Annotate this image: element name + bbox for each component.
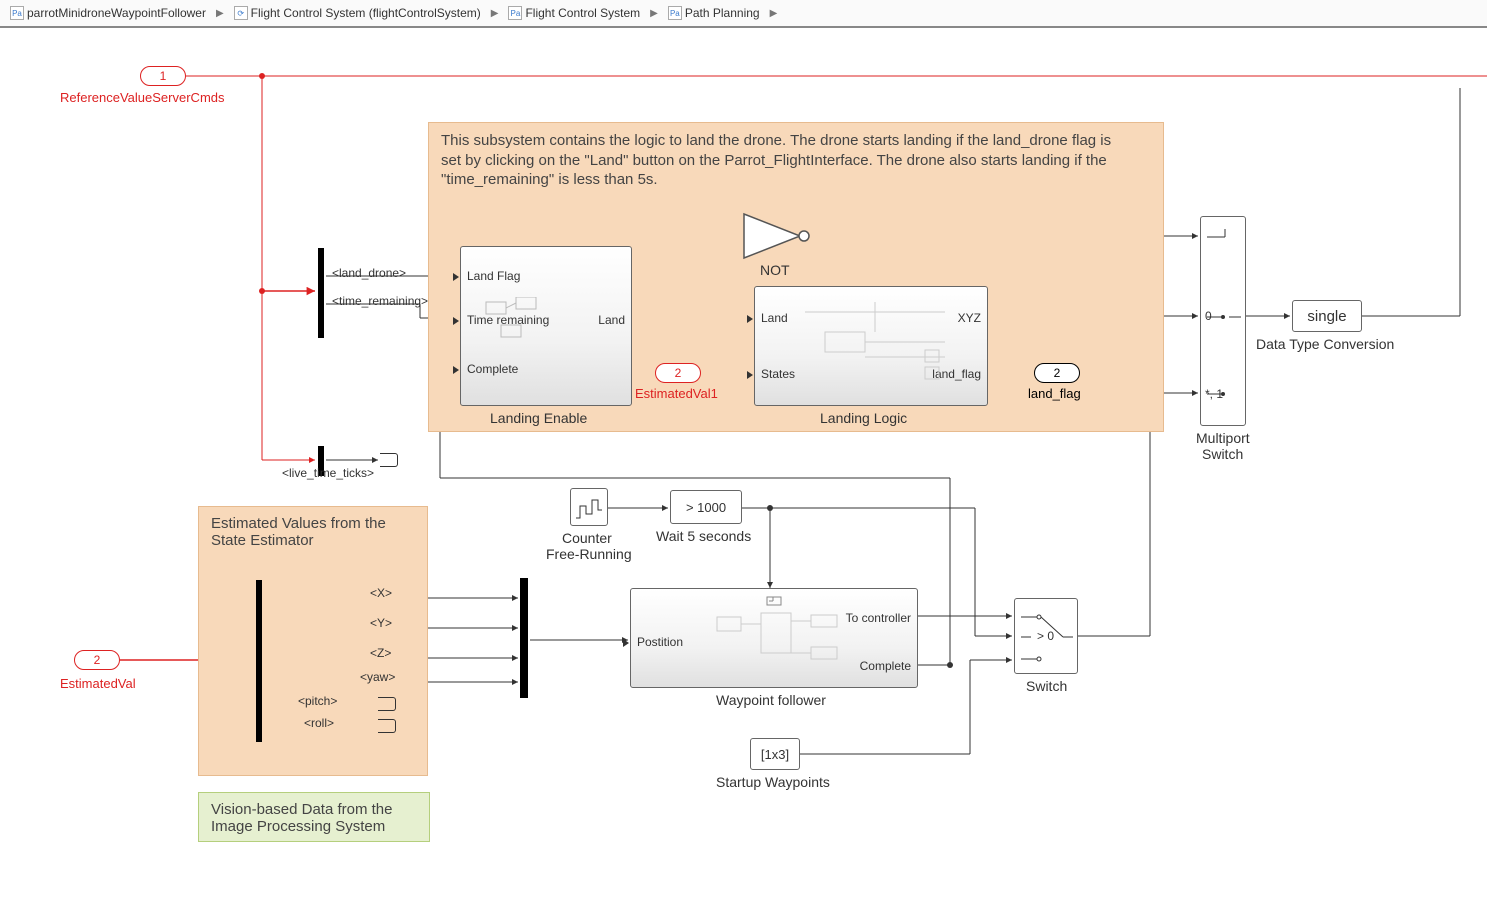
model-icon: Pa: [668, 6, 682, 20]
landing-logic-block[interactable]: Land States XYZ land_flag: [754, 286, 988, 406]
bus-selector-3[interactable]: [256, 580, 262, 742]
inport-2[interactable]: 2: [74, 650, 120, 670]
breadcrumb-label: Flight Control System: [525, 6, 640, 20]
outport-land-flag-num: 2: [1054, 366, 1061, 380]
wait-5-seconds-block[interactable]: > 1000: [670, 490, 742, 524]
bus-selector-1[interactable]: [318, 248, 324, 338]
counter-title1: Counter: [562, 530, 612, 546]
landing-enable-block[interactable]: Land Flag Time remaining Complete Land: [460, 246, 632, 406]
not-block[interactable]: [742, 212, 814, 263]
signal-live-time-ticks: <live_time_ticks>: [282, 466, 374, 480]
data-type-conversion-block[interactable]: single: [1292, 300, 1362, 332]
inport-1-label: ReferenceValueServerCmds: [60, 90, 225, 105]
outport-land-flag[interactable]: 2: [1034, 363, 1080, 383]
landing-logic-title: Landing Logic: [820, 410, 907, 426]
port-land-flag: Land Flag: [467, 269, 520, 283]
multiport-title2: Switch: [1202, 446, 1243, 462]
startup-waypoints-block[interactable]: [1x3]: [750, 738, 800, 770]
not-label: NOT: [760, 262, 790, 278]
inport-1[interactable]: 1: [140, 66, 186, 86]
signal-land-drone: <land_drone>: [332, 266, 406, 280]
signal-time-remaining: <time_remaining>: [332, 294, 428, 308]
breadcrumb-label: Flight Control System (flightControlSyst…: [251, 6, 481, 20]
breadcrumb-item-root[interactable]: Pa parrotMinidroneWaypointFollower: [6, 4, 210, 22]
port-complete-out: Complete: [860, 659, 911, 673]
chevron-right-icon: ▶: [214, 8, 226, 19]
signal-z: <Z>: [370, 646, 391, 660]
terminator-pitch[interactable]: [378, 697, 396, 711]
model-icon: Pa: [10, 6, 24, 20]
signal-x: <X>: [370, 586, 392, 600]
port-ll-xyz: XYZ: [958, 311, 981, 325]
switch-block[interactable]: > 0: [1014, 598, 1078, 674]
single-text: single: [1307, 308, 1346, 325]
inport-estimatedval1[interactable]: 2: [655, 363, 701, 383]
diagram-canvas[interactable]: 1 ReferenceValueServerCmds 2 EstimatedVa…: [0, 28, 1487, 898]
mux-block[interactable]: [520, 578, 528, 698]
landing-annotation-text: This subsystem contains the logic to lan…: [441, 131, 1131, 190]
inport-estimatedval1-label: EstimatedVal1: [635, 386, 718, 401]
vision-annotation-text: Vision-based Data from the Image Process…: [211, 801, 417, 835]
wait5-title: Wait 5 seconds: [656, 528, 751, 544]
inport-2-label: EstimatedVal: [60, 676, 136, 691]
multiport-switch-block[interactable]: 0 *, 1: [1200, 216, 1246, 426]
signal-roll: <roll>: [304, 716, 334, 730]
data-type-conversion-title: Data Type Conversion: [1256, 336, 1394, 352]
model-ref-icon: ⟳: [234, 6, 248, 20]
breadcrumb-label: Path Planning: [685, 6, 760, 20]
wait5-text: > 1000: [686, 500, 726, 515]
waypoint-follower-block[interactable]: Postition To controller Complete: [630, 588, 918, 688]
waypoint-title: Waypoint follower: [716, 692, 826, 708]
switch-cond: > 0: [1037, 629, 1054, 643]
terminator-roll[interactable]: [378, 719, 396, 733]
port-complete: Complete: [467, 362, 518, 376]
model-icon: Pa: [508, 6, 522, 20]
estimated-values-text: Estimated Values from the State Estimato…: [211, 515, 415, 549]
chevron-right-icon: ▶: [648, 8, 660, 19]
terminator-1[interactable]: [380, 453, 398, 467]
breadcrumb: Pa parrotMinidroneWaypointFollower ▶ ⟳ F…: [0, 0, 1487, 28]
port-ll-states: States: [761, 367, 795, 381]
port-land: Land: [598, 313, 625, 327]
vision-annotation: Vision-based Data from the Image Process…: [198, 792, 430, 842]
estimated-values-annotation: Estimated Values from the State Estimato…: [198, 506, 428, 776]
breadcrumb-item-fcs[interactable]: Pa Flight Control System: [504, 4, 644, 22]
counter-free-running-block[interactable]: [570, 488, 608, 526]
signal-yaw: <yaw>: [360, 670, 395, 684]
port-position: Postition: [637, 635, 683, 649]
port-to-controller: To controller: [846, 611, 911, 625]
signal-pitch: <pitch>: [298, 694, 337, 708]
multiport-title1: Multiport: [1196, 430, 1250, 446]
inport-2-num: 2: [94, 653, 101, 667]
breadcrumb-item-path-planning[interactable]: Pa Path Planning: [664, 4, 764, 22]
landing-enable-title: Landing Enable: [490, 410, 587, 426]
signal-y: <Y>: [370, 616, 392, 630]
chevron-right-icon: ▶: [768, 8, 780, 19]
chevron-right-icon: ▶: [489, 8, 501, 19]
inport-1-num: 1: [160, 69, 167, 83]
outport-land-flag-label: land_flag: [1028, 386, 1081, 401]
startup-text: [1x3]: [761, 747, 789, 762]
startup-title: Startup Waypoints: [716, 774, 830, 790]
breadcrumb-item-fcs-ref[interactable]: ⟳ Flight Control System (flightControlSy…: [230, 4, 485, 22]
port-ll-land: Land: [761, 311, 788, 325]
switch-title: Switch: [1026, 678, 1067, 694]
inport-estimatedval1-num: 2: [675, 366, 682, 380]
breadcrumb-label: parrotMinidroneWaypointFollower: [27, 6, 206, 20]
counter-title2: Free-Running: [546, 546, 632, 562]
